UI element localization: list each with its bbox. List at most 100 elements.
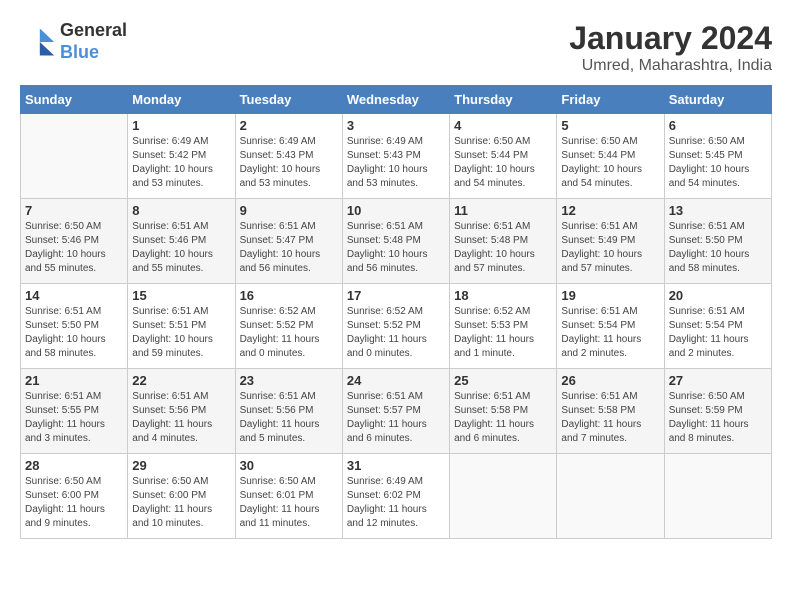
calendar-cell: 14 Sunrise: 6:51 AMSunset: 5:50 PMDaylig… — [21, 284, 128, 369]
header-row: SundayMondayTuesdayWednesdayThursdayFrid… — [21, 86, 772, 114]
day-number: 26 — [561, 373, 659, 388]
day-info: Sunrise: 6:49 AMSunset: 5:43 PMDaylight:… — [240, 135, 338, 191]
day-info: Sunrise: 6:50 AMSunset: 6:01 PMDaylight:… — [240, 475, 338, 531]
day-number: 6 — [669, 118, 767, 133]
day-info: Sunrise: 6:50 AMSunset: 5:44 PMDaylight:… — [454, 135, 552, 191]
calendar-cell: 26 Sunrise: 6:51 AMSunset: 5:58 PMDaylig… — [557, 369, 664, 454]
day-number: 21 — [25, 373, 123, 388]
calendar-cell: 15 Sunrise: 6:51 AMSunset: 5:51 PMDaylig… — [128, 284, 235, 369]
logo-icon — [20, 24, 56, 60]
day-number: 23 — [240, 373, 338, 388]
calendar-cell: 20 Sunrise: 6:51 AMSunset: 5:54 PMDaylig… — [664, 284, 771, 369]
weekday-header: Friday — [557, 86, 664, 114]
day-number: 4 — [454, 118, 552, 133]
day-number: 11 — [454, 203, 552, 218]
calendar-cell: 10 Sunrise: 6:51 AMSunset: 5:48 PMDaylig… — [342, 199, 449, 284]
day-info: Sunrise: 6:51 AMSunset: 5:50 PMDaylight:… — [25, 305, 123, 361]
day-number: 5 — [561, 118, 659, 133]
day-number: 9 — [240, 203, 338, 218]
calendar-cell: 3 Sunrise: 6:49 AMSunset: 5:43 PMDayligh… — [342, 114, 449, 199]
calendar-cell: 16 Sunrise: 6:52 AMSunset: 5:52 PMDaylig… — [235, 284, 342, 369]
calendar-cell: 17 Sunrise: 6:52 AMSunset: 5:52 PMDaylig… — [342, 284, 449, 369]
day-number: 3 — [347, 118, 445, 133]
day-number: 14 — [25, 288, 123, 303]
calendar-cell: 13 Sunrise: 6:51 AMSunset: 5:50 PMDaylig… — [664, 199, 771, 284]
calendar-row: 14 Sunrise: 6:51 AMSunset: 5:50 PMDaylig… — [21, 284, 772, 369]
weekday-header: Thursday — [450, 86, 557, 114]
calendar-cell: 27 Sunrise: 6:50 AMSunset: 5:59 PMDaylig… — [664, 369, 771, 454]
day-number: 12 — [561, 203, 659, 218]
day-number: 20 — [669, 288, 767, 303]
weekday-header: Sunday — [21, 86, 128, 114]
day-info: Sunrise: 6:49 AMSunset: 5:43 PMDaylight:… — [347, 135, 445, 191]
calendar-cell: 4 Sunrise: 6:50 AMSunset: 5:44 PMDayligh… — [450, 114, 557, 199]
calendar-cell: 23 Sunrise: 6:51 AMSunset: 5:56 PMDaylig… — [235, 369, 342, 454]
day-info: Sunrise: 6:49 AMSunset: 6:02 PMDaylight:… — [347, 475, 445, 531]
day-info: Sunrise: 6:51 AMSunset: 5:56 PMDaylight:… — [240, 390, 338, 446]
day-info: Sunrise: 6:51 AMSunset: 5:58 PMDaylight:… — [561, 390, 659, 446]
calendar-cell: 31 Sunrise: 6:49 AMSunset: 6:02 PMDaylig… — [342, 454, 449, 539]
day-number: 22 — [132, 373, 230, 388]
calendar-cell: 8 Sunrise: 6:51 AMSunset: 5:46 PMDayligh… — [128, 199, 235, 284]
day-number: 30 — [240, 458, 338, 473]
calendar-cell: 18 Sunrise: 6:52 AMSunset: 5:53 PMDaylig… — [450, 284, 557, 369]
day-info: Sunrise: 6:50 AMSunset: 5:46 PMDaylight:… — [25, 220, 123, 276]
day-info: Sunrise: 6:51 AMSunset: 5:49 PMDaylight:… — [561, 220, 659, 276]
day-info: Sunrise: 6:51 AMSunset: 5:58 PMDaylight:… — [454, 390, 552, 446]
calendar-row: 7 Sunrise: 6:50 AMSunset: 5:46 PMDayligh… — [21, 199, 772, 284]
location: Umred, Maharashtra, India — [569, 57, 772, 75]
calendar-cell: 29 Sunrise: 6:50 AMSunset: 6:00 PMDaylig… — [128, 454, 235, 539]
calendar-cell: 24 Sunrise: 6:51 AMSunset: 5:57 PMDaylig… — [342, 369, 449, 454]
day-info: Sunrise: 6:51 AMSunset: 5:47 PMDaylight:… — [240, 220, 338, 276]
calendar-body: 1 Sunrise: 6:49 AMSunset: 5:42 PMDayligh… — [21, 114, 772, 539]
month-title: January 2024 — [569, 20, 772, 57]
weekday-header: Wednesday — [342, 86, 449, 114]
day-info: Sunrise: 6:50 AMSunset: 5:45 PMDaylight:… — [669, 135, 767, 191]
day-number: 16 — [240, 288, 338, 303]
day-number: 19 — [561, 288, 659, 303]
day-number: 10 — [347, 203, 445, 218]
weekday-header: Tuesday — [235, 86, 342, 114]
day-info: Sunrise: 6:51 AMSunset: 5:51 PMDaylight:… — [132, 305, 230, 361]
calendar-cell: 11 Sunrise: 6:51 AMSunset: 5:48 PMDaylig… — [450, 199, 557, 284]
calendar-table: SundayMondayTuesdayWednesdayThursdayFrid… — [20, 85, 772, 539]
day-info: Sunrise: 6:50 AMSunset: 6:00 PMDaylight:… — [132, 475, 230, 531]
day-number: 29 — [132, 458, 230, 473]
title-block: January 2024 Umred, Maharashtra, India — [569, 20, 772, 75]
calendar-cell — [664, 454, 771, 539]
day-number: 28 — [25, 458, 123, 473]
day-info: Sunrise: 6:51 AMSunset: 5:50 PMDaylight:… — [669, 220, 767, 276]
day-number: 17 — [347, 288, 445, 303]
calendar-cell: 1 Sunrise: 6:49 AMSunset: 5:42 PMDayligh… — [128, 114, 235, 199]
calendar-cell: 6 Sunrise: 6:50 AMSunset: 5:45 PMDayligh… — [664, 114, 771, 199]
day-info: Sunrise: 6:50 AMSunset: 5:44 PMDaylight:… — [561, 135, 659, 191]
day-info: Sunrise: 6:51 AMSunset: 5:54 PMDaylight:… — [561, 305, 659, 361]
day-number: 8 — [132, 203, 230, 218]
day-info: Sunrise: 6:50 AMSunset: 5:59 PMDaylight:… — [669, 390, 767, 446]
calendar-cell: 28 Sunrise: 6:50 AMSunset: 6:00 PMDaylig… — [21, 454, 128, 539]
day-number: 25 — [454, 373, 552, 388]
day-number: 24 — [347, 373, 445, 388]
calendar-row: 1 Sunrise: 6:49 AMSunset: 5:42 PMDayligh… — [21, 114, 772, 199]
calendar-cell: 9 Sunrise: 6:51 AMSunset: 5:47 PMDayligh… — [235, 199, 342, 284]
day-number: 1 — [132, 118, 230, 133]
day-info: Sunrise: 6:51 AMSunset: 5:48 PMDaylight:… — [454, 220, 552, 276]
page-header: General Blue January 2024 Umred, Maharas… — [20, 20, 772, 75]
day-info: Sunrise: 6:51 AMSunset: 5:54 PMDaylight:… — [669, 305, 767, 361]
day-number: 15 — [132, 288, 230, 303]
day-info: Sunrise: 6:51 AMSunset: 5:48 PMDaylight:… — [347, 220, 445, 276]
calendar-cell: 30 Sunrise: 6:50 AMSunset: 6:01 PMDaylig… — [235, 454, 342, 539]
logo-text: General Blue — [60, 20, 127, 63]
logo: General Blue — [20, 20, 127, 63]
calendar-header: SundayMondayTuesdayWednesdayThursdayFrid… — [21, 86, 772, 114]
day-info: Sunrise: 6:52 AMSunset: 5:52 PMDaylight:… — [240, 305, 338, 361]
calendar-cell: 25 Sunrise: 6:51 AMSunset: 5:58 PMDaylig… — [450, 369, 557, 454]
calendar-cell: 12 Sunrise: 6:51 AMSunset: 5:49 PMDaylig… — [557, 199, 664, 284]
weekday-header: Monday — [128, 86, 235, 114]
calendar-cell — [450, 454, 557, 539]
calendar-row: 21 Sunrise: 6:51 AMSunset: 5:55 PMDaylig… — [21, 369, 772, 454]
calendar-row: 28 Sunrise: 6:50 AMSunset: 6:00 PMDaylig… — [21, 454, 772, 539]
day-number: 2 — [240, 118, 338, 133]
calendar-cell: 21 Sunrise: 6:51 AMSunset: 5:55 PMDaylig… — [21, 369, 128, 454]
day-info: Sunrise: 6:51 AMSunset: 5:55 PMDaylight:… — [25, 390, 123, 446]
